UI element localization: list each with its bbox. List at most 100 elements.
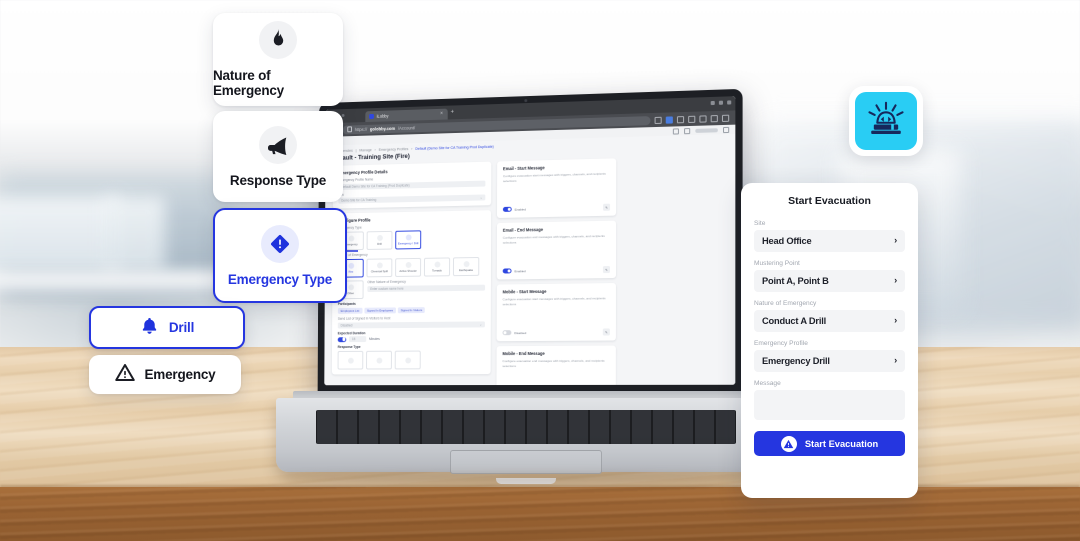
chip-active-shooter[interactable]: Active Shooter	[395, 258, 421, 277]
left-column: Emergency Profile Details Emergency Prof…	[331, 162, 491, 386]
help-icon[interactable]	[684, 128, 690, 134]
message-card-desc: Configure evacuation end messages with t…	[503, 234, 610, 268]
response-chip[interactable]	[338, 351, 364, 370]
browser-essentials-icon[interactable]	[711, 115, 718, 122]
message-card[interactable]: Email - Start Message Configure evacuati…	[497, 158, 616, 218]
laptop-shadow	[286, 475, 766, 485]
mustering-point-field[interactable]: Point A, Point B ›	[754, 270, 905, 292]
chevron-right-icon: ›	[894, 276, 897, 285]
mustering-point-value: Point A, Point B	[762, 276, 829, 286]
laptop-body	[276, 398, 776, 472]
drill-chip-icon	[377, 235, 383, 241]
scene: iLobby × + https://golobby.com/Account/	[0, 0, 1080, 541]
webcam	[524, 99, 527, 102]
emergency-profile-details-card: Emergency Profile Details Emergency Prof…	[333, 162, 492, 209]
message-card-desc: Configure evacuation end messages with t…	[502, 359, 609, 386]
site-field-label: Site	[754, 220, 905, 227]
chip-label: Drill	[377, 242, 382, 246]
window-buttons[interactable]	[711, 100, 732, 105]
chip-drill[interactable]: Drill	[367, 231, 393, 250]
duration-title: Expected Duration	[338, 330, 485, 335]
chip-label: Tornado	[432, 269, 442, 273]
chip-label: Other	[347, 291, 354, 295]
breadcrumb-item-3: Default (Demo Site for CA Training Prod …	[415, 145, 493, 151]
message-card[interactable]: Mobile - End Message Configure evacuatio…	[496, 346, 615, 386]
response-type-chips	[338, 350, 485, 369]
page-columns: Emergency Profile Details Emergency Prof…	[324, 155, 735, 385]
feature-card-label: Response Type	[230, 173, 326, 188]
feature-card-nature-of-emergency[interactable]: Nature of Emergency	[213, 13, 343, 106]
duration-toggle[interactable]	[338, 337, 347, 342]
new-tab-button[interactable]: +	[451, 109, 454, 115]
feature-card-response-type[interactable]: Response Type	[213, 111, 343, 202]
history-icon[interactable]	[677, 116, 684, 123]
option-pill-emergency[interactable]: Emergency	[89, 355, 241, 394]
profile-details-title: Emergency Profile Details	[339, 167, 486, 176]
more-options-icon[interactable]	[722, 114, 729, 121]
collections-icon[interactable]	[688, 115, 695, 122]
feature-card-emergency-type[interactable]: Emergency Type	[213, 208, 347, 303]
shooter-chip-icon	[405, 262, 411, 268]
message-card-footer: Enabled ✎	[503, 204, 610, 213]
signed-in-select[interactable]: Disabled ⌄	[338, 321, 485, 328]
nature-of-emergency-value: Conduct A Drill	[762, 316, 826, 326]
window-pane-right	[105, 196, 165, 271]
message-toggle[interactable]	[503, 330, 512, 335]
emergency-profile-label: Emergency Profile	[754, 340, 905, 347]
lock-icon	[347, 126, 352, 132]
start-evacuation-button-label: Start Evacuation	[805, 439, 878, 449]
favorite-icon[interactable]	[655, 116, 662, 123]
message-toggle[interactable]	[503, 268, 512, 273]
trackpad	[450, 450, 602, 474]
extension-icon[interactable]	[666, 116, 673, 123]
favicon	[369, 113, 374, 118]
message-input[interactable]	[754, 390, 905, 420]
nature-of-emergency-field[interactable]: Conduct A Drill ›	[754, 310, 905, 332]
message-card[interactable]: Mobile - Start Message Configure evacuat…	[497, 283, 616, 341]
option-pill-label: Emergency	[145, 367, 216, 382]
option-pill-label: Drill	[169, 320, 194, 335]
chip-earthquake[interactable]: Earthquake	[453, 257, 479, 276]
notifications-icon[interactable]	[673, 128, 679, 134]
breadcrumb-item-1[interactable]: Manage	[359, 148, 371, 152]
option-pill-drill[interactable]: Drill	[89, 306, 245, 349]
nature-chips: Fire Chemical Spill Active Shooter Torna…	[338, 257, 485, 278]
user-menu[interactable]	[695, 128, 718, 133]
participant-tag[interactable]: Signed In Visitors	[398, 307, 425, 313]
message-toggle[interactable]	[503, 207, 512, 212]
message-card-footer: Enabled ✎	[503, 266, 610, 275]
chip-chemical-spill[interactable]: Chemical Spill	[366, 258, 392, 277]
response-chip-icon	[405, 357, 411, 363]
message-label: Message	[754, 380, 905, 387]
message-card-title: Email - Start Message	[503, 163, 610, 171]
chip-emergency-drill[interactable]: Emergency / Drill	[395, 230, 421, 249]
emergency-profile-field[interactable]: Emergency Drill ›	[754, 350, 905, 372]
megaphone-icon	[259, 126, 297, 164]
edit-icon[interactable]: ✎	[603, 204, 610, 211]
message-card-title: Mobile - End Message	[502, 351, 609, 357]
duration-input[interactable]: 15	[349, 336, 366, 342]
split-screen-icon[interactable]	[699, 115, 706, 122]
url-prefix: https://	[355, 126, 367, 131]
chip-label: Emergency / Drill	[398, 241, 418, 245]
edit-icon[interactable]: ✎	[603, 266, 610, 273]
site-field[interactable]: Head Office ›	[754, 230, 905, 252]
start-evacuation-button[interactable]: Start Evacuation	[754, 431, 905, 456]
avatar[interactable]	[723, 126, 729, 132]
breadcrumb-item-2[interactable]: Emergency Profiles	[379, 147, 409, 152]
participant-tag[interactable]: Signed In Employees	[364, 307, 396, 313]
participant-tag[interactable]: Employees List	[338, 308, 362, 314]
response-chip[interactable]	[395, 351, 421, 370]
chemical-chip-icon	[377, 262, 383, 268]
close-tab-icon[interactable]: ×	[440, 111, 443, 116]
chevron-right-icon: ›	[894, 316, 897, 325]
other-nature-input[interactable]: Enter custom name here	[367, 284, 485, 291]
message-card[interactable]: Email - End Message Configure evacuation…	[497, 221, 616, 280]
response-chip[interactable]	[366, 351, 392, 370]
message-card-footer: Disabled ✎	[503, 328, 610, 336]
edit-icon[interactable]: ✎	[603, 328, 610, 335]
emergency-drill-chip-icon	[405, 234, 411, 240]
chip-tornado[interactable]: Tornado	[424, 257, 450, 276]
signed-in-value: Disabled	[341, 323, 353, 327]
laptop-lid: iLobby × + https://golobby.com/Account/	[318, 89, 743, 395]
